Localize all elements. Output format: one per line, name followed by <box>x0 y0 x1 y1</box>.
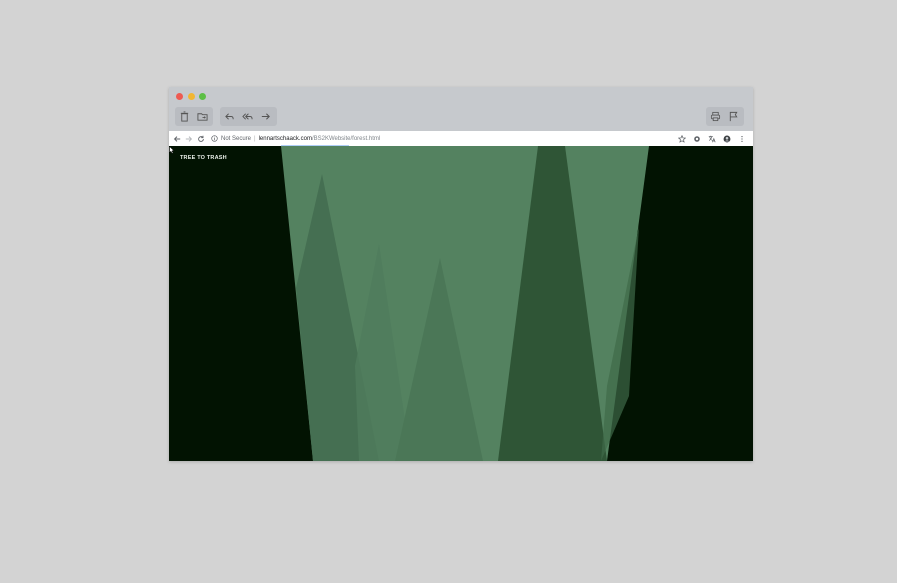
reply-icon <box>224 113 234 120</box>
url-host: lennartschaack.com <box>258 135 312 142</box>
arrow-right-icon <box>185 135 193 142</box>
reply-button[interactable] <box>220 107 238 126</box>
page-viewport: TREE TO TRASH <box>169 146 753 461</box>
address-bar[interactable]: Not Secure | lennartschaack.com /BS2KWeb… <box>210 131 380 146</box>
arrow-left-icon <box>173 135 181 142</box>
info-icon[interactable] <box>210 135 218 143</box>
extension-button[interactable] <box>689 131 704 146</box>
browser-actions <box>674 131 749 146</box>
security-label: Not Secure <box>221 135 252 142</box>
forest-illustration <box>169 146 753 461</box>
translate-button[interactable] <box>704 131 719 146</box>
reply-all-button[interactable] <box>238 107 256 126</box>
bookmark-button[interactable] <box>674 131 689 146</box>
browser-window: Not Secure | lennartschaack.com /BS2KWeb… <box>169 87 753 461</box>
flag-button[interactable] <box>724 107 742 126</box>
toolbar-group-actions <box>706 107 744 126</box>
url-path: /BS2KWebsite/forest.html <box>311 135 381 142</box>
profile-button[interactable] <box>719 131 734 146</box>
print-button[interactable] <box>706 107 724 126</box>
move-to-folder-button[interactable] <box>193 107 211 126</box>
print-icon <box>710 111 720 122</box>
folder-icon <box>196 113 208 121</box>
trash-button[interactable] <box>175 107 193 126</box>
kebab-menu-icon <box>740 135 743 142</box>
trash-icon <box>180 111 188 122</box>
back-button[interactable] <box>171 131 183 146</box>
extension-icon <box>693 135 700 142</box>
reply-all-icon <box>241 113 253 120</box>
forward-nav-button[interactable] <box>183 131 195 146</box>
toolbar-group-file <box>175 107 213 126</box>
zoom-window-button[interactable] <box>199 93 206 100</box>
star-icon <box>677 134 686 143</box>
reload-icon <box>198 135 204 142</box>
close-window-button[interactable] <box>176 93 183 100</box>
avatar-icon <box>723 135 730 142</box>
mouse-cursor-icon <box>169 146 175 154</box>
reload-button[interactable] <box>195 131 207 146</box>
flag-icon <box>729 111 738 122</box>
minimize-window-button[interactable] <box>188 93 195 100</box>
forward-button[interactable] <box>256 107 274 126</box>
title-bar <box>169 87 753 131</box>
browser-nav-bar: Not Secure | lennartschaack.com /BS2KWeb… <box>169 131 753 147</box>
address-separator: | <box>254 135 256 142</box>
translate-icon <box>708 135 716 142</box>
toolbar-group-reply <box>220 107 277 126</box>
menu-button[interactable] <box>734 131 749 146</box>
forward-icon <box>261 113 270 120</box>
site-title[interactable]: TREE TO TRASH <box>180 155 227 161</box>
